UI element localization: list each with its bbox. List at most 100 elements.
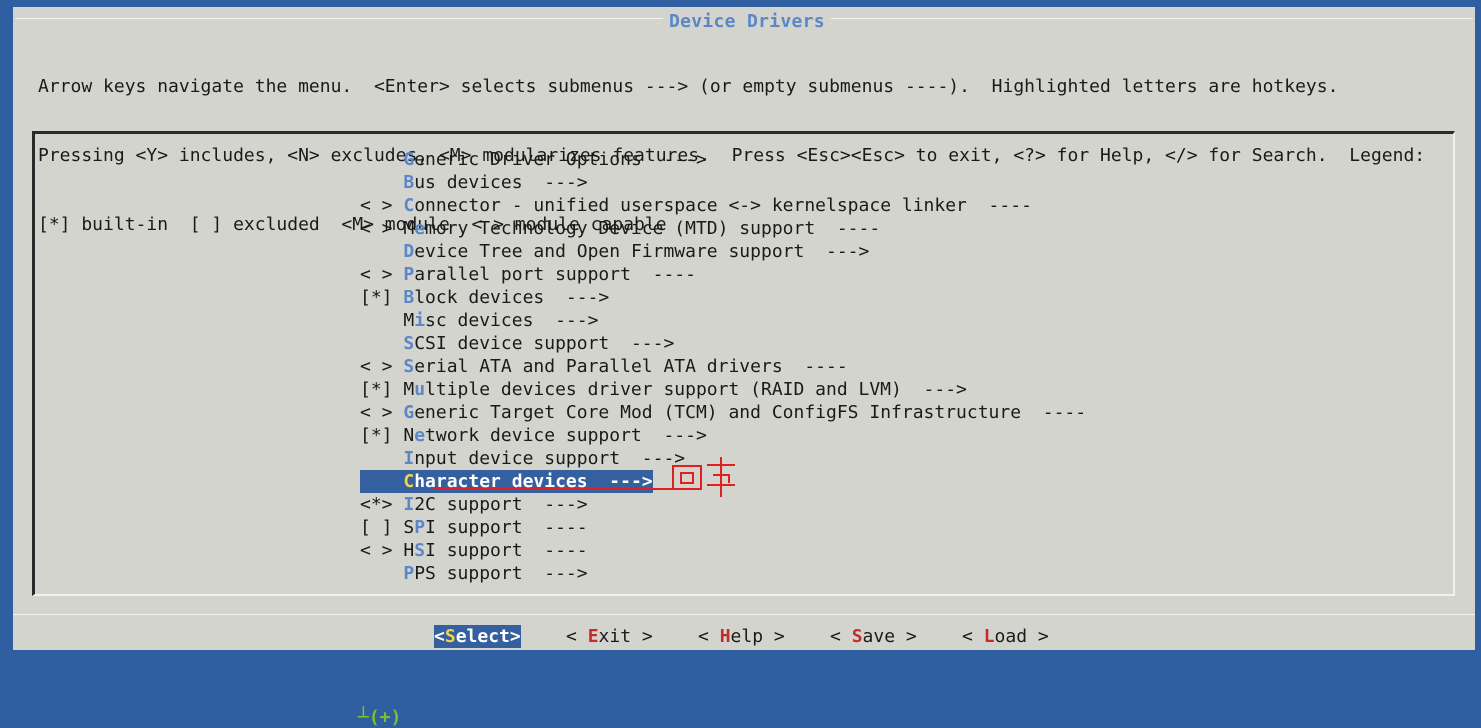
menu-item-prefix: [*] N [360,425,415,446]
menu-item-label: sc devices ---> [425,310,599,331]
top-bar [0,0,1481,6]
menu-item-hotkey: S [403,333,415,354]
menu-item-label: ltiple devices driver support (RAID and … [425,379,967,400]
menu-item-prefix: [ ] S [360,517,415,538]
menu-item-prefix: < > [360,356,404,377]
button-bracket: < [434,626,445,647]
menu-item-hotkey: e [414,425,426,446]
menu-item-prefix [360,471,403,492]
button-hotkey: S [851,626,863,647]
menu-item[interactable]: PPS support ---> [360,562,588,585]
menu-item-label: haracter devices ---> [414,471,653,492]
menu-item-prefix: < > [360,402,404,423]
menu-item-hotkey: S [414,540,426,561]
button-label: ave > [862,626,917,647]
menu-item[interactable]: < > HSI support ---- [360,539,588,562]
button-label: elect> [455,626,521,647]
menu-item-hotkey: C [403,471,415,492]
menu-item[interactable]: < > Parallel port support ---- [360,263,696,286]
menu-item[interactable]: [*] Block devices ---> [360,286,609,309]
menu-item-hotkey: G [403,402,415,423]
menu-item[interactable]: Bus devices ---> [360,171,588,194]
menu-item-hotkey: G [403,149,415,170]
menu-item[interactable]: < > Serial ATA and Parallel ATA drivers … [360,355,848,378]
menu-item-prefix [360,172,403,193]
menu-item-hotkey: P [403,563,415,584]
menu-item-hotkey: B [403,172,415,193]
button-label: oad > [994,626,1049,647]
select-button[interactable]: <Select> [434,625,521,648]
menu-item-prefix: < > H [360,540,415,561]
menu-item[interactable]: Misc devices ---> [360,309,598,332]
button-bracket: < [962,626,984,647]
menu-item[interactable]: < > Connector - unified userspace <-> ke… [360,194,1032,217]
exit-button[interactable]: < Exit > [566,625,653,648]
menu-item-prefix: [*] M [360,379,415,400]
help-line-1: Arrow keys navigate the menu. <Enter> se… [38,76,1339,97]
menu-item-hotkey: I [403,448,415,469]
menu-item-prefix: M [360,310,415,331]
menu-item-prefix [360,563,403,584]
menu-item-label: arallel port support ---- [414,264,696,285]
menu-item-label: lock devices ---> [414,287,610,308]
menu-item-prefix [360,149,403,170]
menu-item[interactable]: [ ] SPI support ---- [360,516,588,539]
menu-item[interactable]: < > Memory Technology Device (MTD) suppo… [360,217,880,240]
menu-item-label: nput device support ---> [414,448,686,469]
menu-item-prefix: <*> [360,494,404,515]
menu-item[interactable]: Device Tree and Open Firmware support --… [360,240,869,263]
button-hotkey: E [587,626,599,647]
menu-item-prefix: < > M [360,218,415,239]
menu-item-hotkey: i [414,310,426,331]
menu-list: Generic Driver Options ---> Bus devices … [32,131,1455,728]
menu-item-label: us devices ---> [414,172,588,193]
button-bracket: < [566,626,588,647]
menu-item-hotkey: P [414,517,426,538]
save-button[interactable]: < Save > [830,625,917,648]
menu-item[interactable]: SCSI device support ---> [360,332,674,355]
menu-item-prefix [360,241,403,262]
menu-item-prefix [360,448,403,469]
load-button[interactable]: < Load > [962,625,1049,648]
menu-item-label: eneric Driver Options ---> [414,149,707,170]
menu-item[interactable]: < > Generic Target Core Mod (TCM) and Co… [360,401,1086,424]
menu-item-hotkey: u [414,379,426,400]
button-hotkey: S [444,626,456,647]
menu-item-hotkey: D [403,241,415,262]
menuconfig-dialog: Device Drivers Arrow keys navigate the m… [13,7,1475,728]
button-bracket: < [698,626,720,647]
menu-item-hotkey: e [414,218,426,239]
menu-item-label: 2C support ---> [414,494,588,515]
menu-item-label: onnector - unified userspace <-> kernels… [414,195,1032,216]
menu-item-hotkey: S [403,356,415,377]
button-hotkey: H [719,626,731,647]
menu-item-label: I support ---- [425,517,588,538]
menu-item-prefix: [*] [360,287,404,308]
menu-item-label: evice Tree and Open Firmware support ---… [414,241,870,262]
buttons-separator [13,614,1475,615]
menu-item[interactable]: <*> I2C support ---> [360,493,588,516]
menu-item-hotkey: P [403,264,415,285]
button-hotkey: L [983,626,995,647]
menu-item-prefix: < > [360,195,404,216]
menu-item-hotkey: C [403,195,415,216]
button-label: xit > [598,626,653,647]
menu-item-prefix: < > [360,264,404,285]
menu-item-label: twork device support ---> [425,425,707,446]
menu-item-label: eneric Target Core Mod (TCM) and ConfigF… [414,402,1087,423]
button-bracket: < [830,626,852,647]
menu-item-label: CSI device support ---> [414,333,675,354]
menu-item-selected[interactable]: Character devices ---> [360,470,653,493]
menu-item[interactable]: Generic Driver Options ---> [360,148,707,171]
menu-item[interactable]: [*] Multiple devices driver support (RAI… [360,378,967,401]
menu-item-label: PS support ---> [414,563,588,584]
menu-item-label: erial ATA and Parallel ATA drivers ---- [414,356,848,377]
menu-item-label: I support ---- [425,540,588,561]
button-label: elp > [730,626,785,647]
menu-item[interactable]: Input device support ---> [360,447,685,470]
menu-item-prefix [360,333,403,354]
menu-item[interactable]: [*] Network device support ---> [360,424,707,447]
menu-item-hotkey: I [403,494,415,515]
menu-item-hotkey: B [403,287,415,308]
help-button[interactable]: < Help > [698,625,785,648]
